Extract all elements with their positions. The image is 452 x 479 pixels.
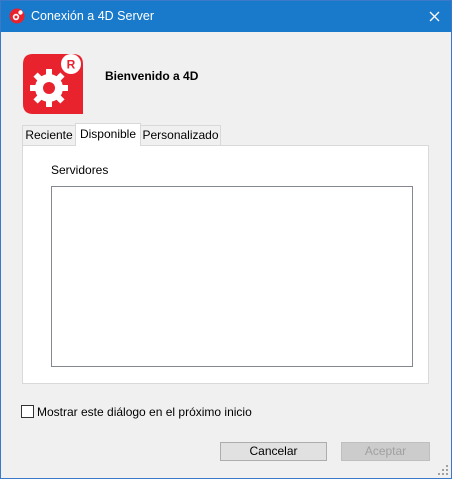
servers-list[interactable] [51,186,413,367]
resize-grip-icon[interactable] [438,465,448,475]
dialog-window: Conexión a 4D Server R Bienvenido a 4D R… [0,0,452,479]
cancel-button[interactable]: Cancelar [220,442,327,461]
title-bar[interactable]: Conexión a 4D Server [1,1,451,32]
welcome-heading: Bienvenido a 4D [105,69,199,83]
close-button[interactable] [417,1,451,32]
tab-reciente[interactable]: Reciente [22,125,76,145]
tab-disponible[interactable]: Disponible [75,123,141,146]
tab-personalizado[interactable]: Personalizado [140,125,221,145]
servers-label: Servidores [51,163,109,177]
accept-button[interactable]: Aceptar [341,442,430,461]
window-title: Conexión a 4D Server [31,9,154,23]
close-icon [429,11,439,22]
show-next-label[interactable]: Mostrar este diálogo en el próximo inici… [37,405,252,419]
svg-text:R: R [67,58,76,72]
tab-panel-disponible: Servidores [22,145,429,384]
4d-logo-icon: R [23,54,83,114]
4d-app-icon [9,8,25,24]
show-next-checkbox[interactable] [21,405,34,418]
